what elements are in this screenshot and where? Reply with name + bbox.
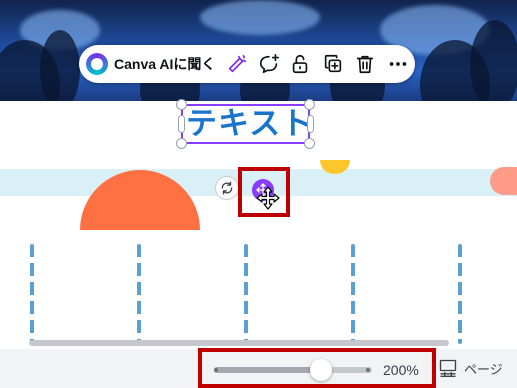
highlight-box-zoom — [198, 348, 436, 388]
selection-frame — [181, 104, 310, 144]
dashed-line[interactable] — [30, 244, 34, 344]
pages-button[interactable]: ページ — [438, 358, 503, 378]
resize-handle-bottom-left[interactable] — [176, 138, 187, 149]
dashed-line[interactable] — [244, 244, 248, 344]
resize-handle-top-left[interactable] — [176, 99, 187, 110]
rotate-icon — [221, 181, 233, 195]
canva-ai-icon — [86, 53, 108, 75]
magic-edit-icon[interactable] — [225, 52, 249, 76]
resize-handle-top-right[interactable] — [304, 99, 315, 110]
highlight-box-move — [238, 167, 290, 217]
trash-icon[interactable] — [353, 52, 377, 76]
more-icon[interactable] — [386, 52, 410, 76]
rotate-button[interactable] — [216, 177, 238, 199]
pages-label: ページ — [464, 362, 503, 378]
canva-ai-label: Canva AIに聞く — [114, 56, 216, 72]
resize-handle-right[interactable] — [307, 115, 314, 133]
resize-handle-left[interactable] — [178, 115, 185, 133]
comment-add-icon[interactable] — [257, 52, 281, 76]
duplicate-icon[interactable] — [321, 52, 345, 76]
pink-shape[interactable] — [490, 167, 517, 195]
unlock-icon[interactable] — [288, 52, 312, 76]
dashed-line[interactable] — [458, 244, 462, 344]
element-toolbar: Canva AIに聞く — [79, 45, 415, 83]
canva-ai-button[interactable]: Canva AIに聞く — [86, 49, 215, 79]
pages-icon — [439, 359, 457, 377]
dashed-line[interactable] — [351, 244, 355, 344]
dashed-line[interactable] — [137, 244, 141, 344]
horizontal-scrollbar[interactable] — [29, 340, 449, 346]
resize-handle-bottom-right[interactable] — [304, 138, 315, 149]
